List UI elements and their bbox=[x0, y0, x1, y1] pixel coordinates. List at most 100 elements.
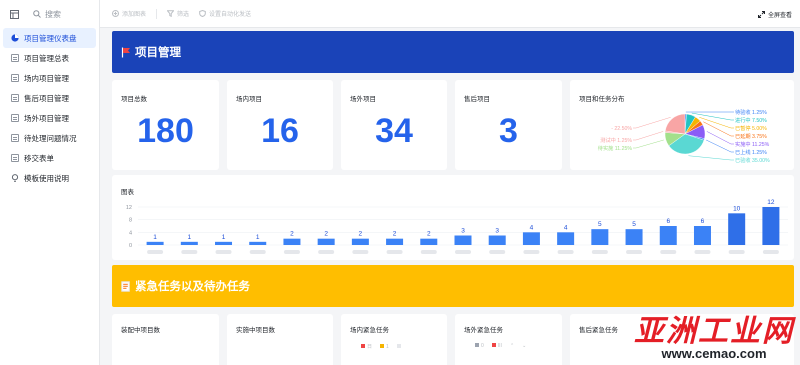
next-arrow-icon[interactable]: ⌄ bbox=[522, 343, 526, 349]
pie-label: 已暂停 5.00% bbox=[735, 124, 767, 132]
stat-label: 项目总数 bbox=[121, 96, 147, 103]
bar bbox=[625, 229, 643, 245]
shield-icon bbox=[199, 10, 206, 17]
y-tick-label: 8 bbox=[129, 218, 132, 224]
legend-item: III bbox=[491, 343, 502, 349]
sidebar-item-label: 售后项目管理 bbox=[24, 93, 69, 103]
filter-icon bbox=[167, 10, 175, 17]
sidebar-item-aftersales[interactable]: 售后项目管理 bbox=[3, 88, 96, 108]
layout-icon[interactable] bbox=[10, 9, 19, 19]
blurred-category-label bbox=[591, 250, 608, 254]
banner-title: 紧急任务以及待办任务 bbox=[135, 281, 250, 293]
dashboard-icon bbox=[11, 34, 19, 42]
blurred-category-label bbox=[386, 250, 403, 254]
sidebar-item-master-table[interactable]: 项目管理总表 bbox=[3, 48, 96, 68]
y-tick-label: 12 bbox=[126, 205, 132, 211]
stat-card-offsite: 场外项目 34 bbox=[341, 80, 447, 170]
sidebar-item-dashboard[interactable]: 项目管理仪表盘 bbox=[3, 28, 96, 48]
sidebar-item-handover-form[interactable]: 移交表单 bbox=[3, 148, 96, 168]
bar-value-label: 2 bbox=[427, 231, 431, 238]
stat-label: 售后项目 bbox=[464, 96, 490, 103]
bar-value-label: 6 bbox=[701, 218, 705, 225]
blurred-category-label bbox=[283, 250, 300, 254]
filter-button[interactable]: 筛选 bbox=[167, 9, 189, 18]
pie-slice bbox=[665, 113, 686, 135]
sidebar-item-label: 项目管理仪表盘 bbox=[24, 33, 77, 43]
search-icon bbox=[33, 10, 41, 18]
bar-value-label: 2 bbox=[324, 231, 328, 238]
bar bbox=[659, 226, 677, 245]
fullscreen-button[interactable]: 全屏查看 bbox=[757, 0, 792, 28]
bar-value-label: 3 bbox=[461, 228, 465, 235]
stat-card-total: 项目总数 180 bbox=[112, 80, 219, 170]
bar-value-label: 1 bbox=[153, 234, 157, 241]
urgent-tasks-banner: 紧急任务以及待办任务 bbox=[112, 265, 794, 307]
legend-item: 日 bbox=[361, 343, 372, 350]
stat-card-onsite: 场内项目 16 bbox=[227, 80, 333, 170]
prev-arrow-icon[interactable]: ⌃ bbox=[510, 343, 514, 349]
implementing-count-card: 实施中项目数 bbox=[227, 314, 333, 365]
pie-leader-line bbox=[633, 117, 671, 129]
pie-label: 待验收 1.25% bbox=[735, 108, 767, 116]
blurred-category-label bbox=[728, 250, 745, 254]
stats-row: 项目总数 180 场内项目 16 场外项目 34 售后项目 3 项目和任务分布 … bbox=[112, 80, 794, 170]
bar bbox=[728, 213, 746, 245]
sidebar-search[interactable]: 搜索 bbox=[33, 9, 61, 20]
watermark: 亚洲工业网 www.cemao.com bbox=[634, 317, 794, 361]
sidebar-item-onsite[interactable]: 场内项目管理 bbox=[3, 68, 96, 88]
blurred-category-label bbox=[762, 250, 779, 254]
bar bbox=[283, 238, 301, 245]
add-chart-button[interactable]: 添加图表 bbox=[112, 9, 146, 18]
bar-value-label: 1 bbox=[256, 234, 260, 241]
legend-item: 0 bbox=[475, 343, 484, 349]
bar-value-label: 1 bbox=[188, 234, 192, 241]
chart-legend: 0 III ⌃ ⌄ bbox=[475, 343, 526, 349]
pie-label: 已延期 3.75% bbox=[735, 132, 767, 140]
card-label: 装配中项目数 bbox=[121, 327, 160, 334]
sidebar-item-pending-issues[interactable]: 待处理问题情况 bbox=[3, 128, 96, 148]
card-label: 实施中项目数 bbox=[236, 327, 275, 334]
pie-label: 待实施 11.25% bbox=[598, 144, 633, 152]
project-management-banner: 项目管理 bbox=[112, 31, 794, 73]
bar-value-label: 4 bbox=[530, 224, 534, 231]
blurred-category-label bbox=[489, 250, 506, 254]
auto-send-label: 设置自动化发送 bbox=[209, 12, 252, 18]
sidebar-item-template-guide[interactable]: 模板使用说明 bbox=[3, 168, 96, 188]
sidebar: 搜索 项目管理仪表盘 项目管理总表 场内项目管理 售后项目管理 场外项目管理 待… bbox=[0, 0, 100, 365]
sidebar-item-label: 项目管理总表 bbox=[24, 53, 69, 63]
bar bbox=[317, 238, 335, 245]
sheet-icon bbox=[11, 134, 19, 142]
auto-send-button[interactable]: 设置自动化发送 bbox=[199, 9, 251, 18]
blurred-category-label bbox=[557, 250, 574, 254]
bar bbox=[146, 241, 164, 245]
stat-value: 3 bbox=[499, 112, 518, 150]
bar-value-label: 2 bbox=[290, 231, 294, 238]
bar bbox=[420, 238, 438, 245]
bar bbox=[180, 241, 198, 245]
onsite-urgent-card: 场内紧急任务 日 1 bbox=[341, 314, 447, 365]
search-placeholder: 搜索 bbox=[45, 9, 61, 19]
chart-legend: 日 1 bbox=[361, 343, 403, 350]
sidebar-item-label: 移交表单 bbox=[24, 153, 54, 163]
y-tick-label: 0 bbox=[129, 243, 132, 249]
blurred-category-label bbox=[660, 250, 677, 254]
offsite-urgent-card: 场外紧急任务 0 III ⌃ ⌄ bbox=[455, 314, 562, 365]
toolbar: 添加图表 筛选 设置自动化发送 全屏查看 bbox=[100, 0, 800, 28]
watermark-text: 亚洲工业网 bbox=[634, 315, 794, 348]
bar bbox=[557, 232, 575, 245]
sheet-icon bbox=[11, 54, 19, 62]
lightbulb-icon bbox=[11, 174, 19, 182]
card-label: 场内紧急任务 bbox=[350, 327, 389, 334]
sidebar-top: 搜索 bbox=[0, 0, 99, 28]
sidebar-item-label: 场外项目管理 bbox=[24, 113, 69, 123]
bar bbox=[693, 226, 711, 245]
add-icon bbox=[112, 10, 119, 17]
sidebar-item-offsite[interactable]: 场外项目管理 bbox=[3, 108, 96, 128]
flag-icon bbox=[121, 47, 130, 57]
toolbar-divider bbox=[156, 8, 158, 19]
banner-title: 项目管理 bbox=[135, 47, 181, 59]
add-chart-label: 添加图表 bbox=[122, 12, 147, 18]
filter-label: 筛选 bbox=[177, 12, 190, 18]
blurred-category-label bbox=[318, 250, 335, 254]
bar-value-label: 2 bbox=[393, 231, 397, 238]
